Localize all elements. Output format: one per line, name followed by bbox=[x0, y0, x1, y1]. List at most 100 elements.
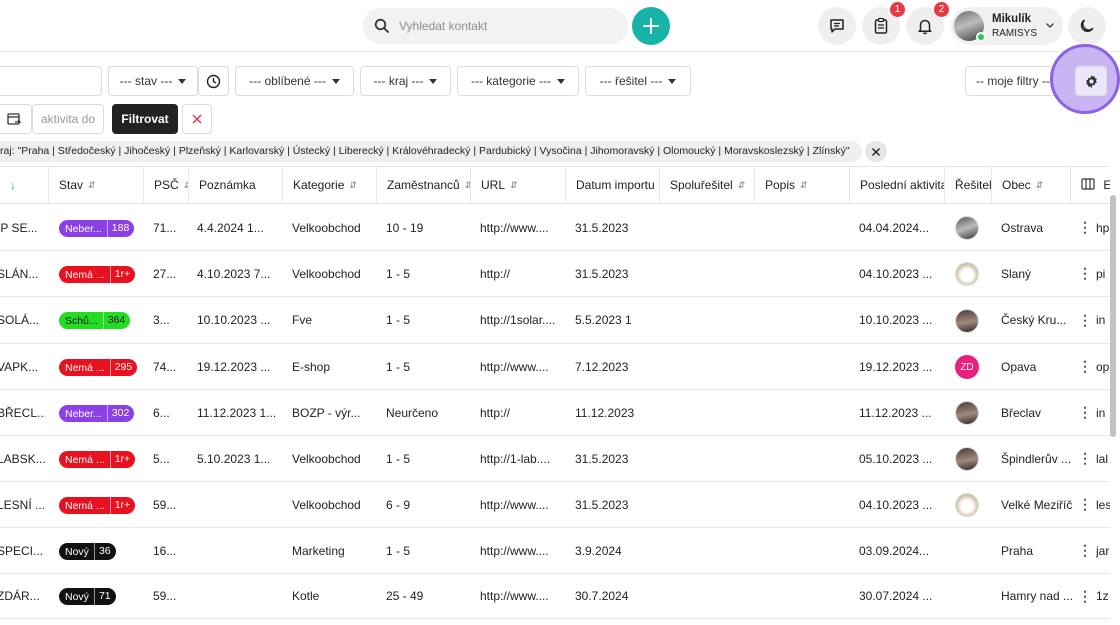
date-picker-button[interactable] bbox=[0, 104, 32, 134]
cell-psc: 3... bbox=[153, 313, 170, 327]
cell-email: hp bbox=[1096, 221, 1110, 235]
status-label: Nový bbox=[65, 590, 89, 603]
filter-settings-button[interactable] bbox=[1075, 66, 1107, 96]
column-label: Poslední aktivita bbox=[860, 178, 944, 192]
status-badge[interactable]: Nový 36 bbox=[59, 543, 116, 560]
cell-poznamka: 11.12.2023 1... bbox=[197, 406, 277, 420]
add-contact-button[interactable] bbox=[632, 7, 670, 45]
cell-datum-importu: 31.5.2023 bbox=[575, 221, 629, 235]
table-row[interactable]: BŘECL... Neber... 302 6... 11.12.2023 1... BO… bbox=[0, 390, 1110, 436]
row-menu-icon[interactable]: ⋮ bbox=[1078, 265, 1092, 282]
notifications-button[interactable]: 2 bbox=[906, 2, 949, 45]
table-row[interactable]: SPECI... Nový 36 16... Marketing 1 - 5 http://… bbox=[0, 528, 1110, 574]
cell-url: http://www.... bbox=[480, 221, 549, 235]
column-header-email[interactable]: E- bbox=[1070, 167, 1110, 203]
messages-button[interactable] bbox=[818, 7, 856, 45]
row-menu-icon[interactable]: ⋮ bbox=[1078, 404, 1092, 421]
status-label: Nemá ... bbox=[65, 453, 105, 466]
vertical-scrollbar[interactable] bbox=[1110, 195, 1116, 437]
columns-icon bbox=[1081, 178, 1095, 190]
cell-obec: Špindlerův ... bbox=[1001, 452, 1072, 466]
clear-filters-button[interactable] bbox=[182, 104, 212, 134]
status-label: Nemá ... bbox=[65, 499, 105, 512]
row-menu-icon[interactable]: ⋮ bbox=[1078, 358, 1092, 375]
cell-obec: Břeclav bbox=[1001, 406, 1042, 420]
status-badge[interactable]: Nemá ... 1r+ bbox=[59, 451, 136, 468]
column-header-resitel[interactable]: Řešitel bbox=[944, 167, 991, 203]
cell-datum-importu: 7.12.2023 bbox=[575, 360, 629, 374]
cell-kategorie: Marketing bbox=[292, 544, 345, 558]
table-row[interactable]: ZDÁR... Nový 71 59... Kotle 25 - 49 http://www… bbox=[0, 574, 1110, 619]
kategorie-filter-select[interactable]: --- kategorie --- bbox=[457, 66, 579, 96]
search-input[interactable]: Vyhledat kontakt bbox=[399, 19, 487, 33]
aktivita-do-input[interactable]: aktivita do bbox=[32, 104, 104, 134]
status-badge[interactable]: Nemá ... 1r+ bbox=[59, 497, 136, 514]
column-header-popis[interactable]: Popis ⇵ bbox=[754, 167, 849, 203]
theme-toggle-button[interactable] bbox=[1068, 7, 1106, 45]
column-header-obec[interactable]: Obec ⇵ bbox=[991, 167, 1070, 203]
cell-posledni-aktivita: 30.07.2024 ... bbox=[859, 589, 933, 603]
cell-poznamka: 5.10.2023 1... bbox=[197, 452, 271, 466]
user-name: Mikulík bbox=[992, 13, 1031, 25]
cell-datum-importu: 30.7.2024 bbox=[575, 589, 629, 603]
column-header-posledni-aktivita[interactable]: Poslední aktivita bbox=[849, 167, 944, 203]
column-header-spoluresitel[interactable]: Spoluřešitel ⇵ bbox=[659, 167, 754, 203]
row-menu-icon[interactable]: ⋮ bbox=[1078, 219, 1092, 236]
row-menu-icon[interactable]: ⋮ bbox=[1078, 542, 1092, 559]
status-count: 1r+ bbox=[109, 497, 135, 514]
sort-arrow-down-icon[interactable]: ↓ bbox=[0, 167, 48, 203]
time-filter-button[interactable] bbox=[198, 66, 229, 96]
status-label: Nový bbox=[65, 545, 89, 558]
status-badge[interactable]: Neber... 302 bbox=[59, 405, 135, 422]
column-header-zamestnancu[interactable]: Zaměstnanců⇵ bbox=[376, 167, 470, 203]
cell-kategorie: Velkoobchod bbox=[292, 267, 361, 281]
row-menu-icon[interactable]: ⋮ bbox=[1078, 450, 1092, 467]
kraj-filter-label: --- kraj --- bbox=[373, 74, 424, 88]
column-header-datum-importu[interactable]: Datum importu bbox=[565, 167, 659, 203]
status-label: Nemá ... bbox=[65, 361, 105, 374]
cell-kategorie: Velkoobchod bbox=[292, 498, 361, 512]
sort-icon: ⇵ bbox=[1035, 180, 1044, 190]
status-badge[interactable]: Schů... 364 bbox=[59, 312, 131, 329]
table-row[interactable]: LESNÍ ... Nemá ... 1r+ 59... Velkoobchod 6 - … bbox=[0, 482, 1110, 528]
clipboard-icon bbox=[874, 17, 888, 34]
status-badge[interactable]: Nemá ... 1r+ bbox=[59, 266, 136, 283]
column-label: Stav bbox=[59, 178, 84, 192]
cell-url: http://www.... bbox=[480, 498, 549, 512]
status-badge[interactable]: Nemá ... 295 bbox=[59, 359, 138, 376]
cell-obec: Velké Meziříč bbox=[1001, 498, 1073, 512]
sort-icon: ⇵ bbox=[88, 180, 96, 190]
row-menu-icon[interactable]: ⋮ bbox=[1078, 312, 1092, 329]
table-row[interactable]: SLÁN... Nemá ... 1r+ 27... 4.10.2023 7... Vel… bbox=[0, 251, 1110, 297]
cell-posledni-aktivita: 10.10.2023 ... bbox=[859, 313, 933, 327]
user-menu[interactable]: Mikulík RAMISYS bbox=[951, 7, 1063, 45]
oblibene-filter-select[interactable]: --- oblíbené --- bbox=[235, 66, 354, 96]
resitel-filter-select[interactable]: --- řešitel --- bbox=[585, 66, 691, 96]
filter-submit-button[interactable]: Filtrovat bbox=[112, 104, 178, 134]
status-badge[interactable]: Neber... 188 bbox=[59, 220, 135, 237]
column-header-url[interactable]: URL ⇵ bbox=[470, 167, 565, 203]
row-menu-icon[interactable]: ⋮ bbox=[1078, 496, 1092, 513]
tasks-button[interactable]: 1 bbox=[862, 2, 905, 45]
cell-name: ZDÁR... bbox=[0, 589, 40, 603]
contact-search[interactable]: Vyhledat kontakt bbox=[363, 8, 628, 44]
column-label: Popis bbox=[765, 178, 796, 192]
column-header-kategorie[interactable]: Kategorie ⇵ bbox=[282, 167, 376, 203]
cell-url: http:// bbox=[480, 267, 511, 281]
table-row[interactable]: VAPK... Nemá ... 295 74... 19.12.2023 ... E-s… bbox=[0, 344, 1110, 390]
column-header-poznamka[interactable]: Poznámka bbox=[188, 167, 282, 203]
name-filter-input[interactable] bbox=[0, 66, 102, 96]
column-header-psc[interactable]: PSČ⇵ bbox=[143, 167, 188, 203]
table-row[interactable]: SOLÁ... Schů... 364 3... 10.10.2023 ... Fve 1 … bbox=[0, 297, 1110, 344]
stav-filter-select[interactable]: --- stav --- bbox=[108, 66, 198, 96]
status-badge[interactable]: Nový 71 bbox=[59, 588, 116, 605]
kraj-filter-select[interactable]: --- kraj --- bbox=[360, 66, 451, 96]
cell-obec: Slaný bbox=[1001, 267, 1032, 281]
remove-chip-button[interactable] bbox=[865, 141, 887, 162]
chat-icon bbox=[830, 19, 844, 33]
row-menu-icon[interactable]: ⋮ bbox=[1078, 588, 1092, 605]
table-row[interactable]: IP SE... Neber... 188 71... 4.4.2024 1... Vel… bbox=[0, 205, 1110, 251]
table-row[interactable]: LABSK... Nemá ... 1r+ 5... 5.10.2023 1... Vel… bbox=[0, 436, 1110, 482]
cell-psc: 74... bbox=[153, 360, 177, 374]
column-header-stav[interactable]: Stav ⇵ bbox=[48, 167, 143, 203]
